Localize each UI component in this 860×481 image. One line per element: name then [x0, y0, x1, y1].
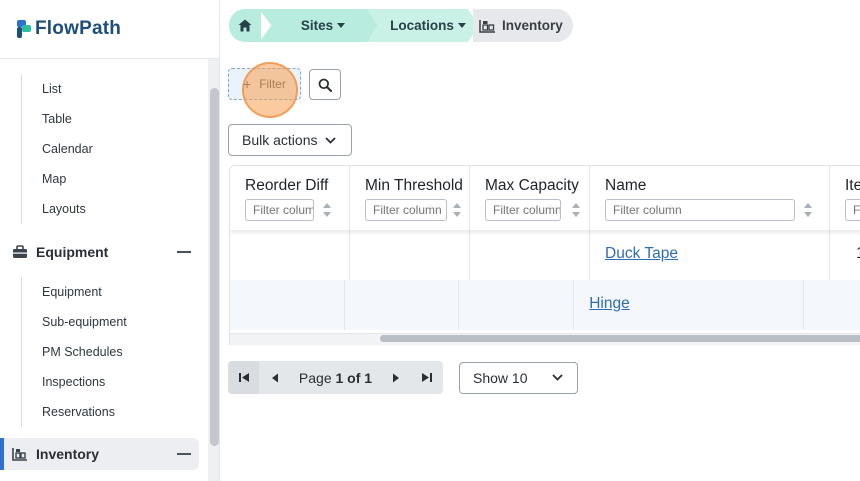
table-cell: Duck Tape [590, 230, 830, 280]
sidebar-item-pm-schedules[interactable]: PM Schedules [22, 337, 127, 367]
caret-down-icon [337, 23, 346, 28]
chevron-down-icon [552, 374, 563, 381]
breadcrumb-sites-label: Sites [300, 18, 334, 33]
column-filter-input[interactable] [485, 199, 561, 221]
column-filter-input[interactable] [365, 199, 447, 221]
search-icon [318, 78, 332, 92]
sort-icon[interactable] [571, 202, 581, 218]
pagination: Page 1 of 1 [228, 361, 443, 394]
sidebar-section-inventory[interactable]: Inventory [0, 438, 199, 470]
app-logo[interactable]: FlowPath [16, 17, 121, 41]
last-page-button[interactable] [412, 361, 443, 394]
breadcrumb: Sites Locations Inventory [229, 9, 573, 42]
breadcrumb-current: Inventory [473, 9, 573, 42]
bulk-actions-dropdown[interactable]: Bulk actions [228, 124, 352, 156]
sidebar-item-inspections[interactable]: Inspections [22, 367, 127, 397]
toolbox-icon [13, 245, 27, 258]
column-filter-input[interactable] [245, 199, 314, 221]
breadcrumb-locations-label: Locations [390, 18, 454, 33]
home-icon [238, 19, 252, 32]
sidebar-item-reservations[interactable]: Reservations [22, 397, 127, 427]
page-count: 1 of 1 [335, 369, 373, 386]
page-indicator: Page 1 of 1 [291, 370, 380, 386]
caret-down-icon [457, 23, 466, 28]
column-item[interactable]: Ite [830, 166, 860, 230]
column-header-label: Min Threshold [365, 177, 463, 194]
table-header: Reorder Diff Min Threshold Max Capacity … [230, 166, 860, 230]
table-cell [230, 230, 350, 280]
column-reorder-diff[interactable]: Reorder Diff [230, 166, 350, 230]
sidebar-item-sub-equipment[interactable]: Sub-equipment [22, 307, 127, 337]
filter-button-label: Filter [259, 77, 286, 91]
previous-page-icon [272, 373, 279, 382]
table-cell: 1 [830, 230, 860, 280]
sidebar-section-label: Equipment [36, 244, 109, 260]
sidebar-item-equipment[interactable]: Equipment [22, 277, 127, 307]
column-header-label: Max Capacity [485, 177, 579, 194]
page-word: Page [298, 369, 332, 386]
table-cell [459, 280, 575, 330]
bulk-actions-label: Bulk actions [242, 132, 318, 148]
breadcrumb-sites[interactable]: Sites [259, 9, 383, 42]
next-page-button[interactable] [380, 361, 411, 394]
breadcrumb-current-label: Inventory [502, 18, 563, 33]
sidebar-scrollbar-thumb[interactable] [210, 88, 219, 446]
sort-icon[interactable] [452, 202, 462, 218]
sidebar: FlowPath List Table Calendar Map Layouts… [0, 0, 220, 481]
sort-icon[interactable] [322, 202, 332, 218]
column-min-threshold[interactable]: Min Threshold [350, 166, 470, 230]
plus-icon: + [243, 76, 252, 92]
next-page-icon [392, 373, 399, 382]
warehouse-icon [479, 19, 495, 33]
table-cell [230, 280, 345, 330]
search-button[interactable] [309, 69, 341, 100]
views-sublist: List Table Calendar Map Layouts [21, 74, 93, 224]
table-cell [345, 280, 460, 330]
item-name-link[interactable]: Hinge [589, 295, 630, 313]
sidebar-item-list[interactable]: List [22, 74, 93, 104]
app-name: FlowPath [35, 18, 122, 39]
column-header-label: Reorder Diff [245, 177, 329, 194]
add-filter-button[interactable]: + Filter [228, 68, 301, 100]
warehouse-icon [12, 448, 27, 461]
sidebar-item-table[interactable]: Table [22, 104, 93, 134]
sidebar-item-layouts[interactable]: Layouts [22, 194, 93, 224]
table-cell: Hinge [574, 280, 804, 330]
table-row[interactable]: Duck Tape 1 [230, 230, 860, 280]
page-size-label: Show 10 [473, 370, 528, 386]
table-cell [470, 230, 590, 280]
sort-icon[interactable] [803, 202, 813, 218]
table-horizontal-scrollbar-thumb[interactable] [380, 335, 860, 342]
first-page-button[interactable] [228, 361, 260, 394]
item-cell-value: 1 [856, 245, 860, 263]
column-header-label: Name [605, 177, 647, 194]
column-header-label: Ite [845, 177, 860, 194]
chevron-down-icon [325, 136, 337, 144]
column-name[interactable]: Name [590, 166, 830, 230]
table-row[interactable]: Hinge [230, 280, 860, 330]
previous-page-button[interactable] [259, 361, 290, 394]
first-page-icon [238, 373, 249, 382]
item-name-link[interactable]: Duck Tape [605, 245, 678, 263]
breadcrumb-home[interactable] [229, 9, 261, 42]
page-size-select[interactable]: Show 10 [459, 362, 578, 394]
column-max-capacity[interactable]: Max Capacity [470, 166, 590, 230]
breadcrumb-locations[interactable]: Locations [367, 9, 479, 42]
collapse-icon[interactable] [177, 251, 191, 253]
flowpath-logo-icon [17, 20, 31, 38]
sidebar-section-label: Inventory [36, 446, 100, 462]
column-filter-input[interactable] [605, 199, 795, 221]
table-cell [350, 230, 470, 280]
collapse-icon[interactable] [177, 453, 191, 455]
equipment-sublist: Equipment Sub-equipment PM Schedules Ins… [21, 277, 127, 427]
table-cell [804, 280, 860, 330]
sidebar-section-equipment[interactable]: Equipment [0, 236, 199, 268]
sidebar-scroll-area: List Table Calendar Map Layouts Equipmen… [0, 59, 208, 481]
sidebar-item-map[interactable]: Map [22, 164, 93, 194]
column-filter-input[interactable] [845, 199, 860, 221]
inventory-table: Reorder Diff Min Threshold Max Capacity … [229, 165, 860, 345]
last-page-icon [422, 373, 433, 382]
sidebar-item-calendar[interactable]: Calendar [22, 134, 93, 164]
